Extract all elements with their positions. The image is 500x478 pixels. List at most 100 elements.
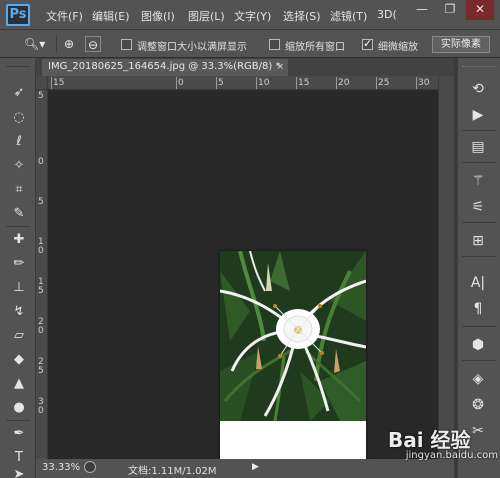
path-selection-icon[interactable]: ➤ <box>8 466 30 478</box>
eyedropper-icon[interactable]: ✎ <box>8 205 30 223</box>
ruler-origin[interactable] <box>36 76 48 90</box>
watermark-main-text: Bai 经验 <box>388 428 471 452</box>
close-window-button[interactable]: ✕ <box>466 0 494 20</box>
ruler-label: 0 <box>38 157 44 167</box>
menu-bar: Ps 文件(F) 编辑(E) 图像(I) 图层(L) 文字(Y) 选择(S) 滤… <box>0 0 500 30</box>
actual-pixels-button[interactable]: 实际像素 <box>432 36 490 53</box>
blur-tool-icon[interactable]: ▲ <box>8 375 30 393</box>
ruler-major-tick <box>216 77 217 89</box>
menu-layer[interactable]: 图层(L) <box>188 8 225 24</box>
actions-panel-icon[interactable]: ▶ <box>465 104 491 126</box>
scrubby-zoom-label: 细微缩放 <box>378 42 418 53</box>
close-tab-icon[interactable]: × <box>276 59 284 75</box>
properties-panel-icon[interactable]: ▤ <box>465 136 491 158</box>
paragraph-panel-icon[interactable]: ¶ <box>465 298 491 320</box>
ruler-label: 1 5 <box>38 277 44 296</box>
dock-separator <box>462 326 496 327</box>
baidu-jingyan-watermark: Bai 经验 jingyan.baidu.com <box>380 420 498 476</box>
horizontal-ruler[interactable]: 15 0 5 10 15 20 25 30 <box>48 76 438 90</box>
menu-filter[interactable]: 滤镜(T) <box>330 8 367 24</box>
type-tool-icon[interactable]: T <box>8 449 30 467</box>
ruler-major-tick <box>256 77 257 89</box>
options-separator <box>56 36 57 53</box>
minimize-button[interactable]: — <box>408 0 436 20</box>
paint-bucket-icon[interactable]: ◆ <box>8 351 30 369</box>
zoom-in-icon[interactable]: ⊕ <box>64 36 74 52</box>
ruler-major-tick <box>416 77 417 89</box>
watermark-url: jingyan.baidu.com <box>405 450 498 461</box>
menu-3d[interactable]: 3D( <box>377 8 397 21</box>
character-panel-icon[interactable]: A| <box>465 272 491 294</box>
brush-panel-icon[interactable]: ⚚ <box>465 170 491 192</box>
resize-windows-checkbox[interactable] <box>121 39 132 50</box>
toolbox-separator <box>6 226 30 227</box>
menu-edit[interactable]: 编辑(E) <box>92 8 130 24</box>
ruler-label: 10 <box>258 78 270 88</box>
ruler-major-tick <box>51 77 52 89</box>
move-tool-icon[interactable]: ➶ <box>8 84 30 102</box>
dock-separator <box>462 130 496 131</box>
history-panel-icon[interactable]: ⟲ <box>465 78 491 100</box>
ruler-major-tick <box>296 77 297 89</box>
flower-photo <box>220 251 366 421</box>
toolbox-grip <box>6 66 30 67</box>
ruler-label: 5 <box>38 91 44 101</box>
dock-separator <box>462 256 496 257</box>
crop-tool-icon[interactable]: ⌗ <box>8 181 30 199</box>
healing-brush-icon[interactable]: ✚ <box>8 231 30 249</box>
menu-select[interactable]: 选择(S) <box>283 8 321 24</box>
channels-panel-icon[interactable]: ❂ <box>465 394 491 416</box>
marquee-tool-icon[interactable]: ◌ <box>8 109 30 127</box>
status-menu-arrow-icon[interactable]: ▶ <box>252 461 262 473</box>
history-brush-icon[interactable]: ↯ <box>8 303 30 321</box>
layers-panel-icon[interactable]: ◈ <box>465 368 491 390</box>
dock-grip[interactable] <box>462 66 496 70</box>
ruler-label: 1 0 <box>38 237 44 256</box>
pen-tool-icon[interactable]: ✒ <box>8 425 30 443</box>
ruler-label: 20 <box>338 78 350 88</box>
ruler-label: 0 <box>178 78 184 88</box>
document-tab[interactable]: IMG_20180625_164654.jpg @ 33.3%(RGB/8) *… <box>42 59 288 76</box>
ruler-label: 2 5 <box>38 357 44 376</box>
menu-image[interactable]: 图像(I) <box>141 8 175 24</box>
document-tab-title: IMG_20180625_164654.jpg @ 33.3%(RGB/8) * <box>48 61 281 72</box>
toolbox: ➶ ◌ ℓ ✧ ⌗ ✎ ✚ ✏ ⊥ ↯ ▱ ◆ ▲ ● ✒ T ➤ <box>0 60 36 478</box>
menu-file[interactable]: 文件(F) <box>46 8 83 24</box>
zoom-tool-icon[interactable]: 🔍︎▾ <box>24 36 45 52</box>
zoom-out-icon[interactable]: ⊖ <box>85 36 102 52</box>
ruler-label: 2 0 <box>38 317 44 336</box>
canvas-area[interactable] <box>48 90 438 478</box>
status-info-icon[interactable] <box>84 461 96 473</box>
dodge-tool-icon[interactable]: ● <box>8 399 30 417</box>
document-canvas[interactable] <box>220 251 366 478</box>
document-tab-bar: IMG_20180625_164654.jpg @ 33.3%(RGB/8) *… <box>36 58 454 76</box>
magic-wand-icon[interactable]: ✧ <box>8 157 30 175</box>
zoom-all-windows-checkbox[interactable] <box>269 39 280 50</box>
ruler-label: 5 <box>38 197 44 207</box>
ruler-major-tick <box>376 77 377 89</box>
dock-separator <box>462 222 496 223</box>
panel-dock: ⟲ ▶ ▤ ⚚ ⚟ ⊞ A| ¶ ⬢ ◈ ❂ ✂ <box>458 58 500 478</box>
ruler-label: 3 0 <box>38 397 44 416</box>
vertical-ruler[interactable]: 5 0 5 1 0 1 5 2 0 2 5 3 0 <box>36 90 48 459</box>
menu-type[interactable]: 文字(Y) <box>234 8 271 24</box>
restore-button[interactable]: ❐ <box>436 0 464 20</box>
ruler-label: 25 <box>378 78 390 88</box>
photoshop-logo: Ps <box>6 4 30 26</box>
lasso-tool-icon[interactable]: ℓ <box>8 133 30 151</box>
ruler-label: 30 <box>418 78 430 88</box>
toolbox-separator <box>6 420 30 421</box>
clone-stamp-icon[interactable]: ⊥ <box>8 279 30 297</box>
vertical-scrollbar[interactable] <box>438 76 454 459</box>
ruler-label: 5 <box>218 78 224 88</box>
brush-presets-icon[interactable]: ⚟ <box>465 196 491 218</box>
ruler-major-tick <box>176 77 177 89</box>
options-bar: 🔍︎▾ ⊕ ⊖ 调整窗口大小以满屏显示 缩放所有窗口 细微缩放 实际像素 <box>0 31 500 58</box>
scrubby-zoom-checkbox[interactable] <box>362 37 373 50</box>
3d-panel-icon[interactable]: ⬢ <box>465 334 491 356</box>
zoom-level[interactable]: 33.33% <box>42 462 80 473</box>
brush-tool-icon[interactable]: ✏ <box>8 255 30 273</box>
resize-windows-label: 调整窗口大小以满屏显示 <box>137 42 247 53</box>
eraser-tool-icon[interactable]: ▱ <box>8 327 30 345</box>
clone-source-icon[interactable]: ⊞ <box>465 230 491 252</box>
